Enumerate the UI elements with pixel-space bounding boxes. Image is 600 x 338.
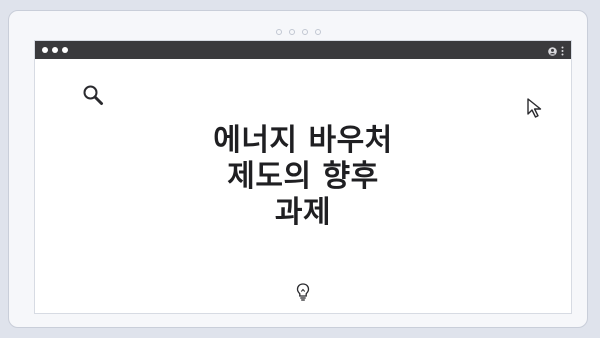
close-window-button[interactable] — [42, 47, 48, 53]
search-icon[interactable] — [82, 84, 104, 106]
page-content: 에너지 바우처 제도의 향후 과제 — [35, 59, 571, 313]
frame-dot — [275, 29, 282, 35]
maximize-window-button[interactable] — [62, 47, 68, 53]
cursor-arrow-icon — [525, 97, 547, 119]
minimize-window-button[interactable] — [52, 47, 58, 53]
frame-dots — [9, 29, 587, 37]
frame-dot — [301, 29, 308, 35]
title-line: 에너지 바우처 — [213, 123, 393, 158]
page-title: 에너지 바우처 제도의 향후 과제 — [35, 123, 571, 231]
frame-dot — [314, 29, 321, 35]
kebab-menu-icon[interactable] — [561, 41, 564, 60]
window-controls — [42, 47, 68, 53]
frame-dot — [288, 29, 295, 35]
lightbulb-icon — [294, 281, 312, 303]
user-icon[interactable] — [548, 41, 557, 60]
browser-window: 에너지 바우처 제도의 향후 과제 — [34, 40, 572, 314]
title-line: 과제 — [274, 195, 332, 230]
window-titlebar — [35, 41, 571, 59]
title-line: 제도의 향후 — [227, 159, 379, 194]
titlebar-actions — [548, 41, 564, 60]
